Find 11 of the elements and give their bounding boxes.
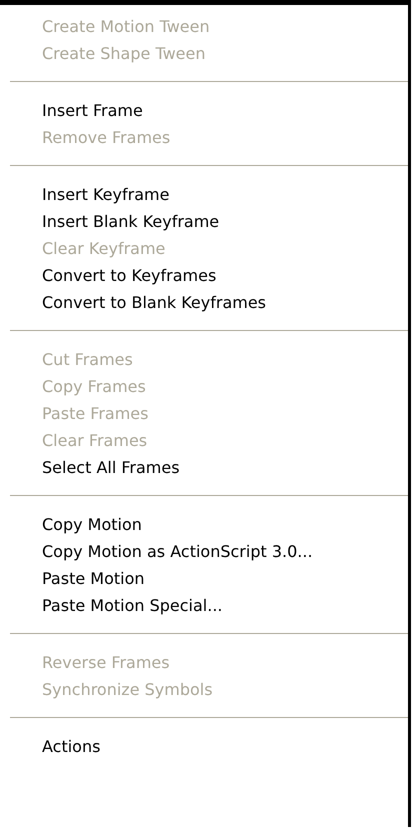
menu-item[interactable]: Convert to Blank Keyframes — [0, 289, 266, 316]
menu-item[interactable]: Insert Keyframe — [0, 181, 170, 208]
menu-item[interactable]: Paste Motion Special... — [0, 592, 223, 619]
menu-item[interactable]: Paste Motion — [0, 565, 145, 592]
menu-item[interactable]: Convert to Keyframes — [0, 262, 216, 289]
menu-item[interactable]: Insert Blank Keyframe — [0, 208, 220, 235]
menu-item[interactable]: Actions — [0, 733, 100, 760]
menu-item[interactable]: Copy Motion — [0, 511, 142, 538]
menu-item[interactable]: Copy Motion as ActionScript 3.0... — [0, 538, 313, 565]
menu-item[interactable]: Select All Frames — [0, 454, 180, 481]
menu-item[interactable]: Insert Frame — [0, 97, 143, 124]
